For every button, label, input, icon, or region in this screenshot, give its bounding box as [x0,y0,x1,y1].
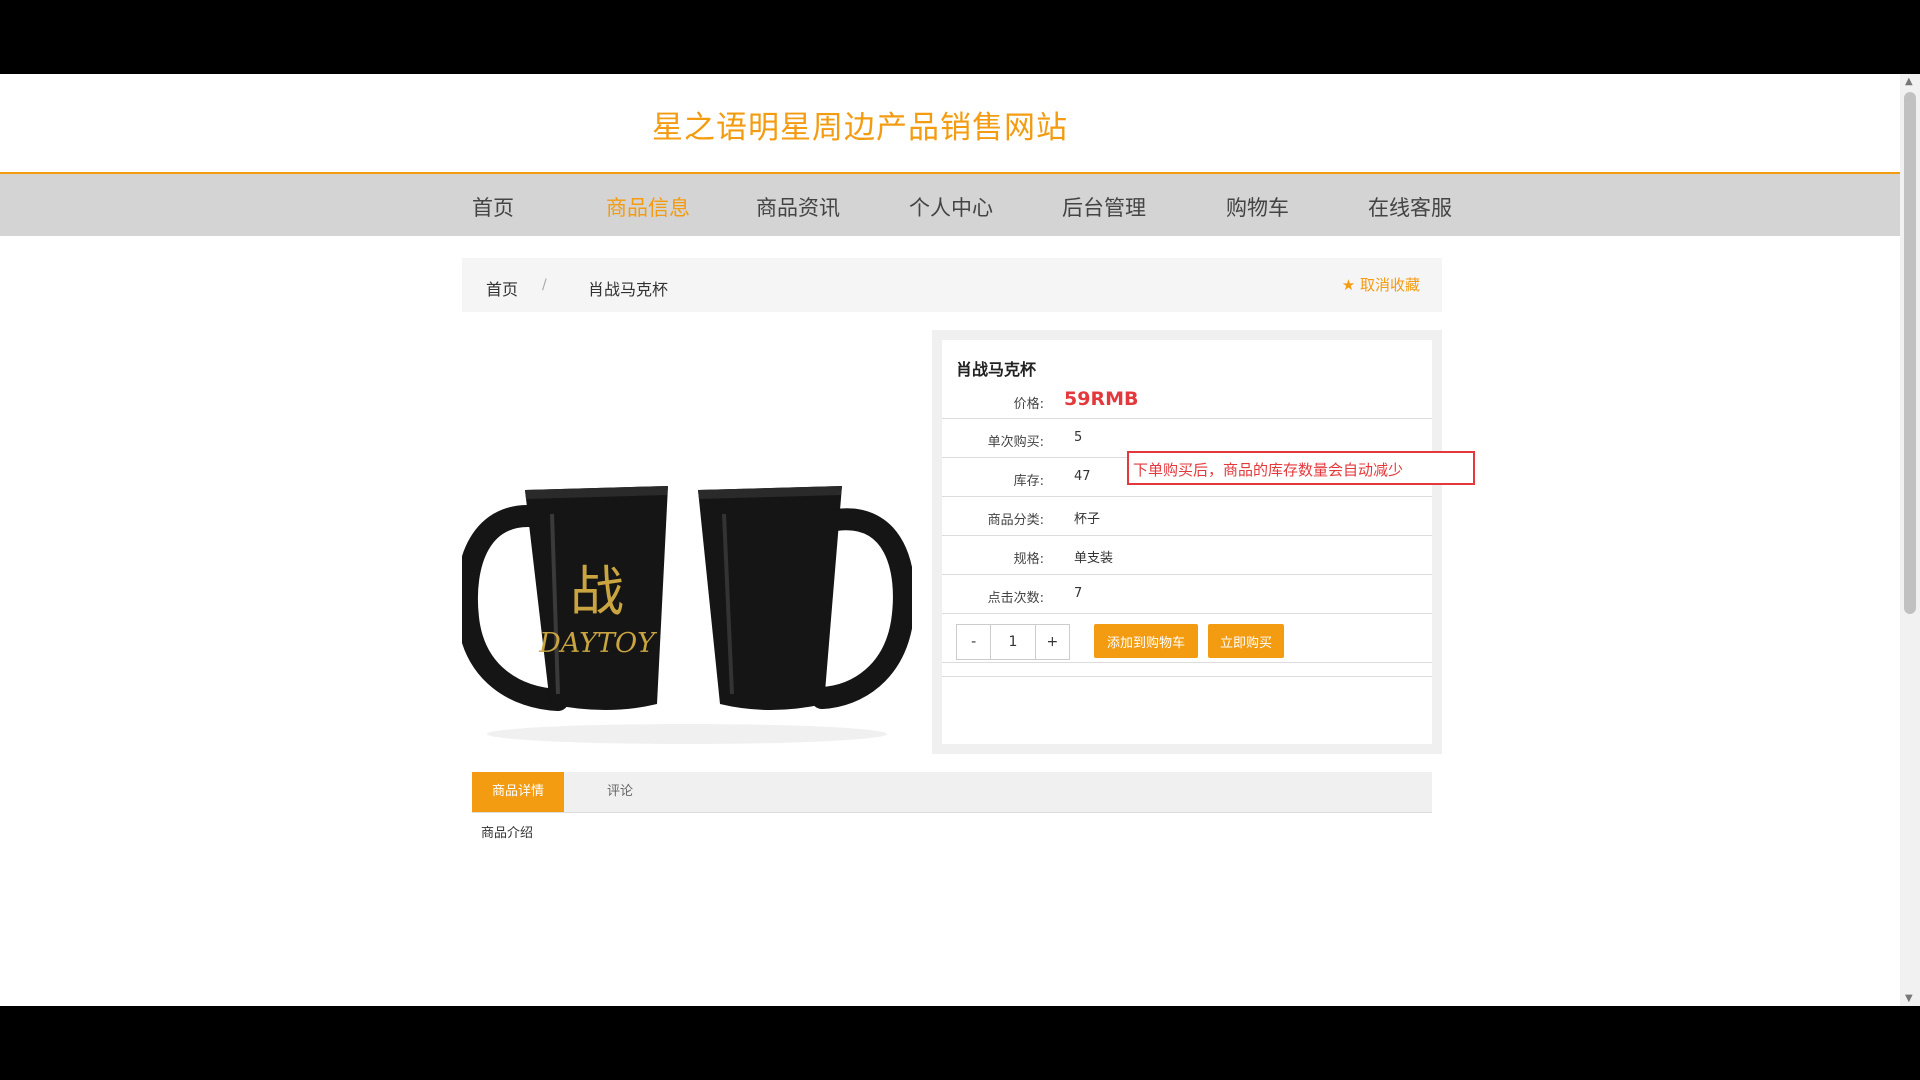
row-value: 单支装 [1074,551,1114,566]
unfavorite-button[interactable]: ★ 取消收藏 [1342,274,1420,295]
main-nav: 首页 商品信息 商品资讯 个人中心 后台管理 购物车 在线客服 [0,174,1900,236]
spec-row: 规格: 单支装 [942,535,1432,575]
product-info-card: 肖战马克杯 价格: 59RMB 单次购买: 5 库存: 47 商品分类: 杯子 … [942,340,1432,744]
quantity-input[interactable]: 1 [990,625,1036,659]
breadcrumb-home[interactable]: 首页 [486,276,518,300]
product-intro: 商品介绍 [481,826,534,841]
price-label: 价格: [1013,397,1044,412]
quantity-stepper: - 1 + [956,624,1070,660]
row-label: 规格: [1013,552,1044,567]
row-label: 单次购买: [987,435,1044,450]
quantity-decrease-button[interactable]: - [957,625,990,659]
buy-now-button[interactable]: 立即购买 [1208,624,1284,658]
breadcrumb-separator: / [542,277,547,293]
nav-item-admin[interactable]: 后台管理 [1062,192,1146,222]
scroll-down-arrow-icon[interactable]: ▼ [1905,993,1913,1004]
annotation-text-box[interactable]: 下单购买后，商品的库存数量会自动减少 [1127,451,1475,485]
product-price: 59RMB [1064,388,1139,410]
star-icon: ★ [1341,276,1356,294]
detail-tabs: 商品详情 评论 [472,772,1432,813]
row-value: 7 [1074,586,1083,601]
row-value: 5 [1074,430,1083,445]
scrollbar-thumb[interactable] [1904,92,1916,614]
unfavorite-label: 取消收藏 [1359,276,1420,294]
mug-brand-text: DAYTOY [538,628,657,659]
breadcrumb: 首页 / 肖战马克杯 ★ 取消收藏 [462,258,1442,312]
mug-glyph: 战 [570,560,624,623]
add-to-cart-button[interactable]: 添加到购物车 [1094,624,1198,658]
row-label: 商品分类: [987,513,1044,528]
nav-item-home[interactable]: 首页 [472,192,514,222]
row-value: 47 [1074,469,1091,484]
quantity-increase-button[interactable]: + [1036,625,1069,659]
row-label: 点击次数: [987,591,1044,606]
vertical-scrollbar[interactable]: ▲ ▼ [1900,74,1920,1006]
product-image: 战 DAYTOY [462,486,912,744]
browser-viewport: 星之语明星周边产品销售网站 首页 商品信息 商品资讯 个人中心 后台管理 购物车… [0,74,1920,1006]
tab-product-detail[interactable]: 商品详情 [472,772,564,812]
site-header: 星之语明星周边产品销售网站 [0,74,1900,174]
nav-item-products[interactable]: 商品信息 [606,192,690,222]
click-count-row: 点击次数: 7 [942,574,1432,614]
tab-comments[interactable]: 评论 [580,772,660,812]
nav-item-personal-center[interactable]: 个人中心 [909,192,993,222]
divider [942,662,1432,677]
row-label: 库存: [1013,474,1044,489]
row-value: 杯子 [1074,512,1101,527]
nav-item-news[interactable]: 商品资讯 [756,192,840,222]
site-title: 星之语明星周边产品销售网站 [652,110,1068,146]
product-info-panel: 肖战马克杯 价格: 59RMB 单次购买: 5 库存: 47 商品分类: 杯子 … [932,330,1442,754]
product-name: 肖战马克杯 [956,360,1037,379]
breadcrumb-current: 肖战马克杯 [588,280,669,299]
nav-item-customer-service[interactable]: 在线客服 [1368,192,1452,222]
nav-item-cart[interactable]: 购物车 [1226,192,1289,222]
category-row: 商品分类: 杯子 [942,496,1432,536]
scroll-up-arrow-icon[interactable]: ▲ [1905,76,1913,87]
